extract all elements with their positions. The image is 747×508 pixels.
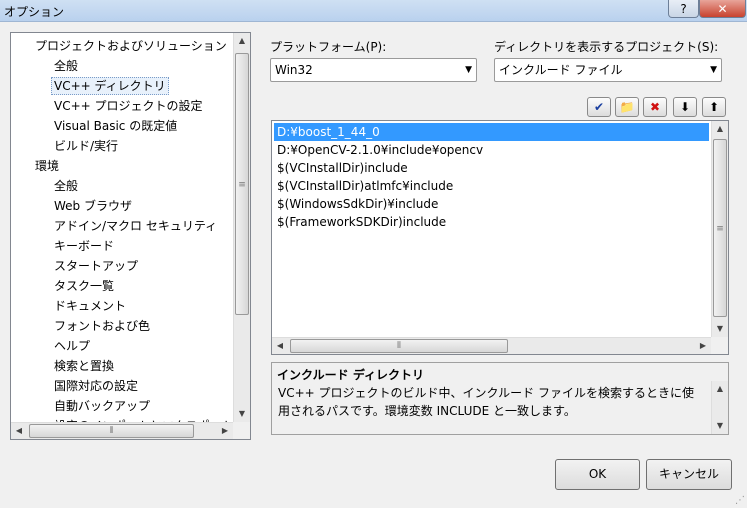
tree-item-label: ドキュメント xyxy=(54,299,127,313)
tree-item[interactable]: 全般 xyxy=(11,56,233,76)
show-dirs-select[interactable]: インクルード ファイル ▼ xyxy=(494,58,722,82)
list-item[interactable]: D:¥OpenCV-2.1.0¥include¥opencv xyxy=(274,141,709,159)
platform-select[interactable]: Win32 ▼ xyxy=(270,58,477,82)
scroll-up-arrow-icon[interactable]: ▲ xyxy=(712,121,728,137)
chevron-down-icon: ▼ xyxy=(710,65,717,75)
tree-item[interactable]: タスク一覧 xyxy=(11,276,233,296)
tree-item[interactable]: 自動バックアップ xyxy=(11,396,233,416)
description-title: インクルード ディレクトリ xyxy=(277,368,424,382)
tree-item-label: VC++ ディレクトリ xyxy=(51,77,169,95)
options-tree[interactable]: プロジェクトおよびソリューション全般 VC++ ディレクトリ VC++ プロジェクト… xyxy=(10,32,251,440)
scroll-down-arrow-icon[interactable]: ▼ xyxy=(234,406,250,422)
scroll-left-arrow-icon[interactable]: ◀ xyxy=(11,423,27,439)
list-vertical-scrollbar[interactable]: ▲ ≡ ▼ xyxy=(711,121,728,337)
scroll-thumb[interactable]: ⦀ xyxy=(290,339,508,353)
scroll-corner xyxy=(233,422,250,439)
directory-rows: D:¥boost_1_44_0 D:¥OpenCV-2.1.0¥include¥o… xyxy=(274,123,709,335)
scroll-down-arrow-icon[interactable]: ▼ xyxy=(712,321,728,337)
tree-item-label: Visual Basic の既定値 xyxy=(54,119,178,133)
platform-value: Win32 xyxy=(275,63,313,77)
move-up-icon[interactable]: ⬆ xyxy=(702,97,726,117)
cancel-button[interactable]: キャンセル xyxy=(646,459,732,490)
list-item[interactable]: $(FrameworkSDKDir)include xyxy=(274,213,709,231)
tree-horizontal-scrollbar[interactable]: ◀ ⦀ ▶ xyxy=(11,422,233,439)
title-bar: オプション ? ✕ xyxy=(0,0,747,22)
list-horizontal-scrollbar[interactable]: ◀ ⦀ ▶ xyxy=(272,337,711,354)
tree-item-label: Web ブラウザ xyxy=(54,199,132,213)
tree-item[interactable]: Web ブラウザ xyxy=(11,196,233,216)
scroll-down-arrow-icon[interactable]: ▼ xyxy=(712,418,728,434)
description-body: VC++ プロジェクトのビルド中、インクルード ファイルを検索するときに使用され… xyxy=(278,386,694,418)
tree-item-label: キーボード xyxy=(54,239,115,253)
scroll-thumb[interactable]: ⦀ xyxy=(29,424,194,438)
scroll-right-arrow-icon[interactable]: ▶ xyxy=(217,423,233,439)
tree-item[interactable]: 検索と置換 xyxy=(11,356,233,376)
tree-item-label: 自動バックアップ xyxy=(54,399,151,413)
scroll-up-arrow-icon[interactable]: ▲ xyxy=(712,381,728,397)
list-item[interactable]: $(WindowsSdkDir)¥include xyxy=(274,195,709,213)
tree-item[interactable]: ヘルプ xyxy=(11,336,233,356)
tree-item[interactable]: 国際対応の設定 xyxy=(11,376,233,396)
tree-item[interactable]: アドイン/マクロ セキュリティ xyxy=(11,216,233,236)
scroll-corner xyxy=(711,337,728,354)
list-item[interactable]: $(VCInstallDir)include xyxy=(274,159,709,177)
tree-item[interactable]: 全般 xyxy=(11,176,233,196)
directory-list[interactable]: D:¥boost_1_44_0 D:¥OpenCV-2.1.0¥include¥o… xyxy=(271,120,729,355)
scroll-thumb[interactable]: ≡ xyxy=(235,53,249,315)
platform-label: プラットフォーム(P): xyxy=(270,40,387,54)
ok-button[interactable]: OK xyxy=(555,459,640,490)
tree-item-label: スタートアップ xyxy=(54,259,139,273)
tree-item-label: アドイン/マクロ セキュリティ xyxy=(54,219,218,233)
tree-item[interactable]: 環境 xyxy=(11,156,233,176)
tree-item[interactable]: Visual Basic の既定値 xyxy=(11,116,233,136)
tree-vertical-scrollbar[interactable]: ▲ ≡ ▼ xyxy=(233,33,250,422)
window-title: オプション xyxy=(4,5,65,19)
tree-item-label: 全般 xyxy=(54,59,79,73)
resize-grip-icon[interactable]: ⋰ xyxy=(735,495,745,506)
show-dirs-value: インクルード ファイル xyxy=(499,63,623,77)
tree-item-label: ビルド/実行 xyxy=(54,139,119,153)
delete-icon[interactable]: ✖ xyxy=(643,97,667,117)
scroll-up-arrow-icon[interactable]: ▲ xyxy=(234,33,250,49)
scroll-thumb[interactable]: ≡ xyxy=(713,139,727,317)
tree-item-label: VC++ プロジェクトの設定 xyxy=(54,99,203,113)
tree-item[interactable]: スタートアップ xyxy=(11,256,233,276)
tree-item[interactable]: フォントおよび色 xyxy=(11,316,233,336)
tree-item-label: タスク一覧 xyxy=(54,279,115,293)
help-button[interactable]: ? xyxy=(668,0,699,18)
list-item[interactable]: $(VCInstallDir)atlmfc¥include xyxy=(274,177,709,195)
tree-items: プロジェクトおよびソリューション全般 VC++ ディレクトリ VC++ プロジェクト… xyxy=(11,33,233,422)
tree-item[interactable]: VC++ ディレクトリ xyxy=(11,76,233,96)
show-dirs-label: ディレクトリを表示するプロジェクト(S): xyxy=(494,40,719,54)
tree-item-label: 全般 xyxy=(54,179,79,193)
tree-item-label: ヘルプ xyxy=(54,339,91,353)
tree-item-label: 検索と置換 xyxy=(54,359,115,373)
tree-item-label: 国際対応の設定 xyxy=(54,379,139,393)
description-scrollbar[interactable]: ▲ ▼ xyxy=(711,381,728,434)
description-panel: インクルード ディレクトリ VC++ プロジェクトのビルド中、インクルード ファ… xyxy=(271,362,729,435)
new-folder-icon[interactable]: 📁 xyxy=(615,97,639,117)
close-button[interactable]: ✕ xyxy=(699,0,746,18)
scroll-left-arrow-icon[interactable]: ◀ xyxy=(272,338,288,354)
tree-item[interactable]: ドキュメント xyxy=(11,296,233,316)
tree-item[interactable]: キーボード xyxy=(11,236,233,256)
chevron-down-icon: ▼ xyxy=(465,65,472,75)
tree-item-label: プロジェクトおよびソリューション xyxy=(35,39,227,53)
scroll-right-arrow-icon[interactable]: ▶ xyxy=(695,338,711,354)
move-down-icon[interactable]: ⬇ xyxy=(673,97,697,117)
tree-item-label: フォントおよび色 xyxy=(54,319,151,333)
tree-item[interactable]: ビルド/実行 xyxy=(11,136,233,156)
tree-item[interactable]: VC++ プロジェクトの設定 xyxy=(11,96,233,116)
checkmark-icon[interactable]: ✔ xyxy=(587,97,611,117)
list-item[interactable]: D:¥boost_1_44_0 xyxy=(274,123,709,141)
tree-item[interactable]: プロジェクトおよびソリューション xyxy=(11,36,233,56)
tree-item-label: 環境 xyxy=(35,159,60,173)
